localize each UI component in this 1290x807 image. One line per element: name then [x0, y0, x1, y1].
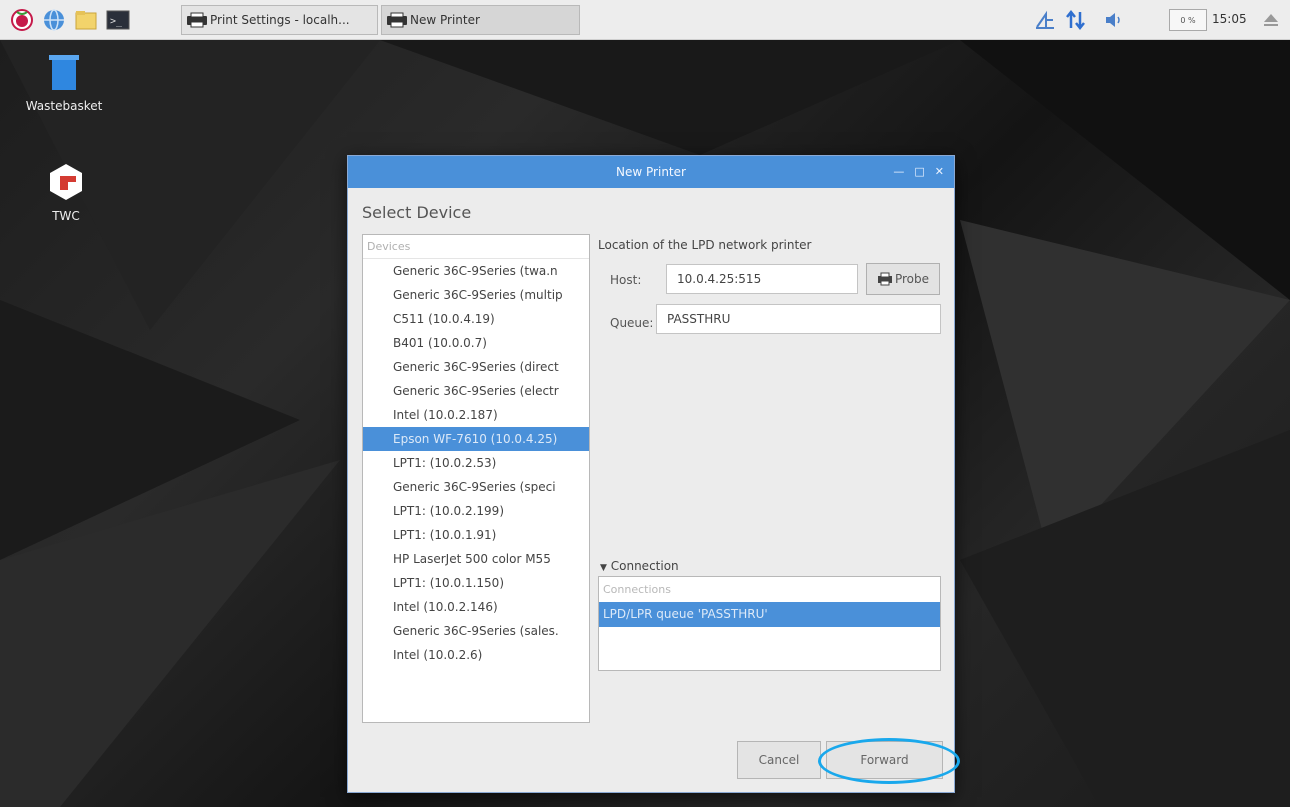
- svg-text:>_: >_: [110, 16, 123, 27]
- device-list-item[interactable]: Generic 36C-9Series (speci: [363, 475, 589, 499]
- desktop-icon-label: Wastebasket: [25, 99, 103, 113]
- cancel-button[interactable]: Cancel: [737, 741, 821, 779]
- desktop-icon-label: TWC: [52, 209, 80, 223]
- device-list-item[interactable]: Generic 36C-9Series (electr: [363, 379, 589, 403]
- web-browser-icon[interactable]: [42, 8, 66, 32]
- device-list-item[interactable]: C511 (10.0.4.19): [363, 307, 589, 331]
- device-list-item[interactable]: Intel (10.0.2.6): [363, 643, 589, 667]
- printer-icon: [387, 12, 407, 28]
- cpu-value: 0 %: [1180, 15, 1196, 25]
- task-print-settings[interactable]: Print Settings - localh...: [181, 5, 378, 35]
- location-label: Location of the LPD network printer: [598, 238, 812, 252]
- host-label: Host:: [610, 273, 642, 287]
- taskbar: >_ Print Settings - localh... New Printe…: [0, 0, 1290, 40]
- device-list-item[interactable]: Epson WF-7610 (10.0.4.25): [363, 427, 589, 451]
- expander-arrow-icon: ▼: [600, 563, 607, 573]
- eject-icon[interactable]: [1263, 12, 1279, 31]
- connections-header: Connections: [603, 583, 671, 596]
- probe-printer-icon: [877, 272, 892, 286]
- connection-expander[interactable]: ▼ Connection: [600, 559, 679, 573]
- task-new-printer[interactable]: New Printer: [381, 5, 580, 35]
- device-list-item[interactable]: Intel (10.0.2.187): [363, 403, 589, 427]
- twc-logo-icon: [50, 164, 82, 200]
- device-list-item[interactable]: B401 (10.0.0.7): [363, 331, 589, 355]
- cpu-monitor[interactable]: 0 %: [1169, 9, 1207, 31]
- task-label: New Printer: [410, 13, 480, 27]
- raspberry-menu-icon[interactable]: [10, 8, 34, 32]
- devices-header: Devices: [363, 235, 589, 259]
- device-list-item[interactable]: LPT1: (10.0.2.53): [363, 451, 589, 475]
- host-input[interactable]: [666, 264, 858, 294]
- network-icon[interactable]: [1065, 9, 1087, 33]
- device-list-item[interactable]: Generic 36C-9Series (twa.n: [363, 259, 589, 283]
- connection-item[interactable]: LPD/LPR queue 'PASSTHRU': [599, 602, 940, 627]
- dialog-titlebar[interactable]: New Printer — □ ✕: [348, 156, 954, 188]
- device-list[interactable]: Devices Generic 36C-9Series (twa.n Generi…: [362, 234, 590, 723]
- clock[interactable]: 15:05: [1212, 12, 1247, 26]
- wastebasket-desktop-icon[interactable]: Wastebasket: [24, 52, 104, 113]
- device-list-item[interactable]: LPT1: (10.0.1.91): [363, 523, 589, 547]
- queue-input[interactable]: [656, 304, 941, 334]
- bluetooth-icon[interactable]: [1034, 10, 1056, 33]
- new-printer-dialog: New Printer — □ ✕ Select Device Devices …: [347, 155, 955, 793]
- twc-desktop-icon[interactable]: TWC: [26, 162, 106, 223]
- device-list-item[interactable]: LPT1: (10.0.2.199): [363, 499, 589, 523]
- terminal-icon[interactable]: >_: [106, 8, 130, 32]
- connection-label-text: Connection: [610, 559, 679, 573]
- device-list-item[interactable]: Intel (10.0.2.146): [363, 595, 589, 619]
- file-manager-icon[interactable]: [74, 8, 98, 32]
- probe-label: Probe: [894, 272, 930, 286]
- trash-icon: [49, 55, 79, 90]
- device-list-item[interactable]: HP LaserJet 500 color M55: [363, 547, 589, 571]
- dialog-title: New Printer: [616, 165, 686, 179]
- forward-highlight-ring: [818, 738, 960, 784]
- queue-label: Queue:: [610, 316, 654, 330]
- device-list-item[interactable]: Generic 36C-9Series (sales.: [363, 619, 589, 643]
- maximize-icon[interactable]: □: [914, 165, 924, 178]
- minimize-icon[interactable]: —: [893, 165, 904, 178]
- select-device-heading: Select Device: [362, 203, 472, 222]
- close-icon[interactable]: ✕: [935, 165, 944, 178]
- device-list-item[interactable]: LPT1: (10.0.1.150): [363, 571, 589, 595]
- device-items: Generic 36C-9Series (twa.n Generic 36C-9S…: [363, 259, 589, 667]
- printer-icon: [187, 12, 207, 28]
- probe-button[interactable]: Probe: [866, 263, 940, 295]
- task-label: Print Settings - localh...: [210, 13, 350, 27]
- device-list-item[interactable]: Generic 36C-9Series (direct: [363, 355, 589, 379]
- connections-list[interactable]: Connections LPD/LPR queue 'PASSTHRU': [598, 576, 941, 671]
- device-list-item[interactable]: Generic 36C-9Series (multip: [363, 283, 589, 307]
- volume-icon[interactable]: [1104, 10, 1126, 33]
